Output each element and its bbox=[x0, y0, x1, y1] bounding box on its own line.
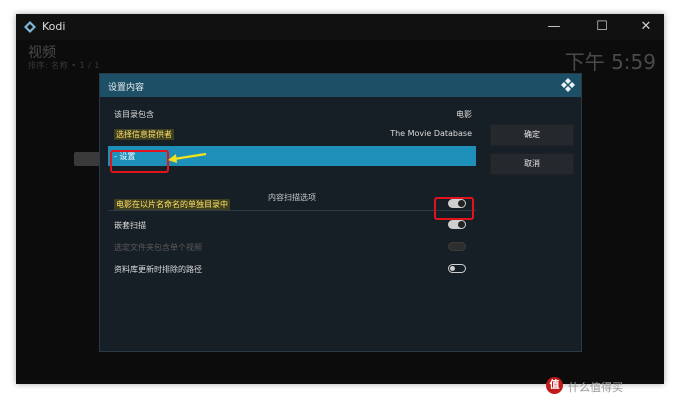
maximize-button[interactable]: ☐ bbox=[590, 18, 614, 36]
option-row-recursive-scan[interactable]: 嵌套扫描 bbox=[108, 215, 476, 235]
content-type-row[interactable]: 该目录包含 电影 bbox=[108, 104, 476, 124]
app-title: Kodi bbox=[42, 20, 66, 33]
info-provider-row[interactable]: 选择信息提供者 The Movie Database bbox=[108, 124, 476, 144]
background-section-title: 视频 bbox=[28, 45, 56, 61]
ok-button[interactable]: 确定 bbox=[490, 124, 574, 146]
kodi-logo-icon bbox=[24, 21, 36, 33]
watermark: 值 什么值得买 bbox=[546, 377, 666, 395]
annotation-arrow-icon bbox=[168, 152, 207, 163]
close-button[interactable]: ✕ bbox=[634, 18, 658, 36]
section-title: 内容扫描选项 bbox=[268, 193, 316, 202]
set-content-dialog: 设置内容 该目录包含 电影 选择信息提供者 The Movie Database… bbox=[99, 73, 582, 352]
section-divider bbox=[108, 210, 476, 211]
toggle-switch bbox=[448, 242, 466, 251]
clock: 下午 5:59 bbox=[564, 50, 656, 74]
watermark-logo-icon: 值 bbox=[546, 377, 563, 394]
kodi-window: Kodi — ☐ ✕ 视频 排序: 名称 • 1 / 1 下午 5:59 设置内… bbox=[16, 14, 664, 384]
annotation-box-toggle bbox=[434, 197, 474, 220]
toggle-switch[interactable] bbox=[448, 264, 466, 273]
option-label: 资料库更新时排除的路径 bbox=[114, 265, 202, 274]
option-label: 选定文件夹包含单个视频 bbox=[114, 243, 202, 252]
background-sort-info: 排序: 名称 • 1 / 1 bbox=[28, 61, 101, 70]
toggle-switch[interactable] bbox=[448, 220, 466, 229]
option-label: 嵌套扫描 bbox=[114, 221, 146, 230]
cancel-button[interactable]: 取消 bbox=[490, 153, 574, 175]
toggle-knob bbox=[458, 221, 465, 228]
row-value: The Movie Database bbox=[390, 129, 472, 138]
dialog-header: 设置内容 bbox=[100, 74, 581, 97]
option-row-single-video: 选定文件夹包含单个视频 bbox=[108, 237, 476, 257]
kodi-logo-icon bbox=[561, 78, 575, 92]
row-label: 该目录包含 bbox=[114, 110, 154, 119]
watermark-text: 什么值得买 bbox=[568, 381, 623, 394]
annotation-box-settings bbox=[110, 150, 169, 173]
toggle-knob bbox=[450, 266, 455, 271]
minimize-button[interactable]: — bbox=[542, 18, 566, 36]
row-label: 选择信息提供者 bbox=[114, 129, 174, 140]
title-bar: Kodi — ☐ ✕ bbox=[16, 14, 664, 40]
option-row-exclude-path[interactable]: 资料库更新时排除的路径 bbox=[108, 259, 476, 279]
row-value: 电影 bbox=[456, 110, 472, 119]
dialog-title: 设置内容 bbox=[108, 83, 145, 93]
